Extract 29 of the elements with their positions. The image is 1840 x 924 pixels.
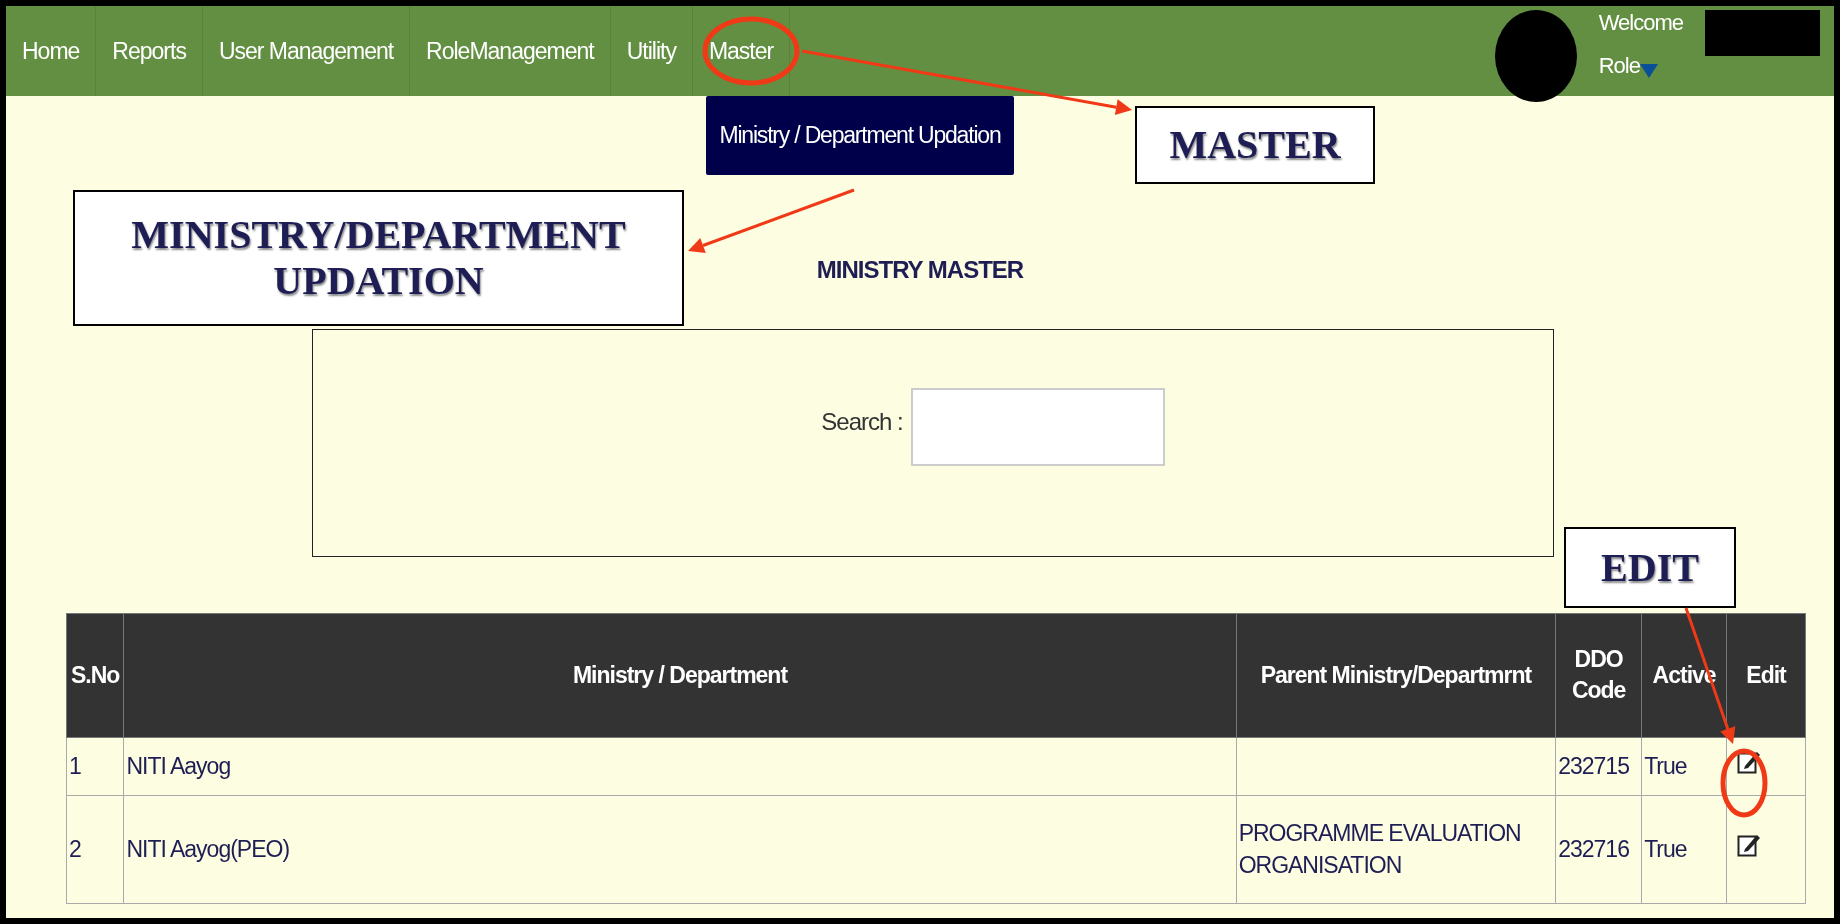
table-cell: NITI Aayog(PEO) xyxy=(123,795,1237,904)
search-field[interactable] xyxy=(910,387,1165,466)
nav-menu-item[interactable]: Reports xyxy=(96,6,203,96)
caret-icon xyxy=(1639,64,1658,78)
column-header: DDO Code xyxy=(1555,613,1642,738)
table-cell: 232716 xyxy=(1555,795,1642,904)
column-header: Ministry / Department xyxy=(123,613,1237,738)
column-header: Parent Ministry/Departmrnt xyxy=(1236,613,1556,738)
table-cell: 2 xyxy=(66,795,124,904)
annotation-callout: MASTER xyxy=(1135,106,1375,184)
dropdown-menu-item[interactable]: Ministry / Department Updation xyxy=(706,96,1014,175)
annotation-callout: EDIT xyxy=(1564,527,1736,608)
column-header: S.No xyxy=(66,613,124,738)
table-cell: True xyxy=(1641,737,1727,796)
table-cell: 1 xyxy=(66,737,124,796)
search-label: Search : xyxy=(821,406,903,437)
nav-menu-item[interactable]: Home xyxy=(6,6,97,96)
column-header: Edit xyxy=(1726,613,1806,738)
annotation-callout: MINISTRY/DEPARTMENT UPDATION xyxy=(73,190,684,326)
nav-menu-item[interactable]: Utility xyxy=(610,6,693,96)
table-cell: NITI Aayog xyxy=(123,737,1237,796)
table-cell: PROGRAMME EVALUATION ORGANISATION xyxy=(1236,795,1556,904)
table-cell: 232715 xyxy=(1555,737,1642,796)
annotation-circle xyxy=(1720,748,1768,818)
nav-menu-item[interactable]: RoleManagement xyxy=(410,6,611,96)
nav-menu-item[interactable]: User Management xyxy=(202,6,411,96)
role-dropdown[interactable]: Role xyxy=(1598,49,1683,82)
page-title: MINISTRY MASTER xyxy=(816,256,1024,285)
welcome-text: Welcome xyxy=(1598,9,1683,37)
